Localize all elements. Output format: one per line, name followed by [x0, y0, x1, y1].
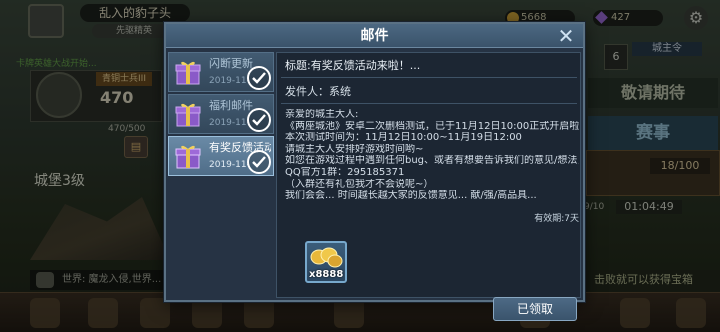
body-line: （入群还有礼包我才不会说呢~） — [285, 178, 434, 190]
body-line: 如您在游戏过程中遇到任何bug、或者有想要告诉我们的意见/想法，欢迎入群参与有奖… — [285, 155, 579, 167]
body-line: QQ官方1群：295185371 — [285, 166, 405, 178]
mail-list: 闪断更新 2019-11- 福利邮件 2019-11- 有奖反馈活动 2019-… — [168, 52, 274, 212]
mail-list-item[interactable]: 闪断更新 2019-11- — [168, 52, 274, 92]
gift-box-icon — [175, 61, 201, 85]
validity-label: 有效期:7天 — [534, 214, 579, 224]
read-check-icon — [247, 150, 271, 174]
mail-subject: 标题:有奖反馈活动来啦！... — [285, 59, 421, 72]
mail-content: 标题:有奖反馈活动来啦！... 发件人：系统 亲爱的城主大人: 《两座城池》安卓… — [276, 52, 581, 321]
read-check-icon — [247, 108, 271, 132]
body-line: 《两座城池》安卓二次删档测试，已于11月12日10:00正式开启啦！ — [285, 120, 579, 132]
mail-header: 邮件 ✕ — [166, 24, 583, 48]
read-check-icon — [247, 66, 271, 90]
mail-body[interactable]: 亲爱的城主大人: 《两座城池》安卓二次删档测试，已于11月12日10:00正式开… — [285, 109, 579, 227]
reward-item[interactable]: x8888 — [305, 241, 347, 283]
mail-sender: 发件人：系统 — [285, 85, 351, 98]
gift-box-icon — [175, 103, 201, 127]
reward-quantity: x8888 — [309, 269, 344, 280]
close-icon[interactable]: ✕ — [555, 26, 577, 46]
body-line: 本次测试时间为：11月12日10:00~11月19日12:00 — [285, 132, 522, 144]
divider — [281, 77, 577, 78]
dialog-title: 邮件 — [360, 28, 389, 44]
body-line: 我们会会... 时间越长越大家的反馈意见... 献/强/高品具... — [285, 190, 537, 202]
mail-dialog: 邮件 ✕ 闪断更新 2019-11- 福利邮件 2019-11- 有奖反馈活动 … — [164, 22, 585, 321]
body-line: 请城主大人安排好游戏时间哟~ — [285, 143, 424, 155]
mail-list-item-active[interactable]: 有奖反馈活动 2019-11- — [168, 136, 274, 176]
divider — [281, 103, 577, 104]
claimed-button[interactable]: 已领取 — [493, 297, 577, 321]
mail-list-item[interactable]: 福利邮件 2019-11- — [168, 94, 274, 134]
gift-box-icon — [175, 145, 201, 169]
body-line: 亲爱的城主大人: — [285, 109, 359, 120]
gold-coins-icon — [310, 247, 343, 268]
